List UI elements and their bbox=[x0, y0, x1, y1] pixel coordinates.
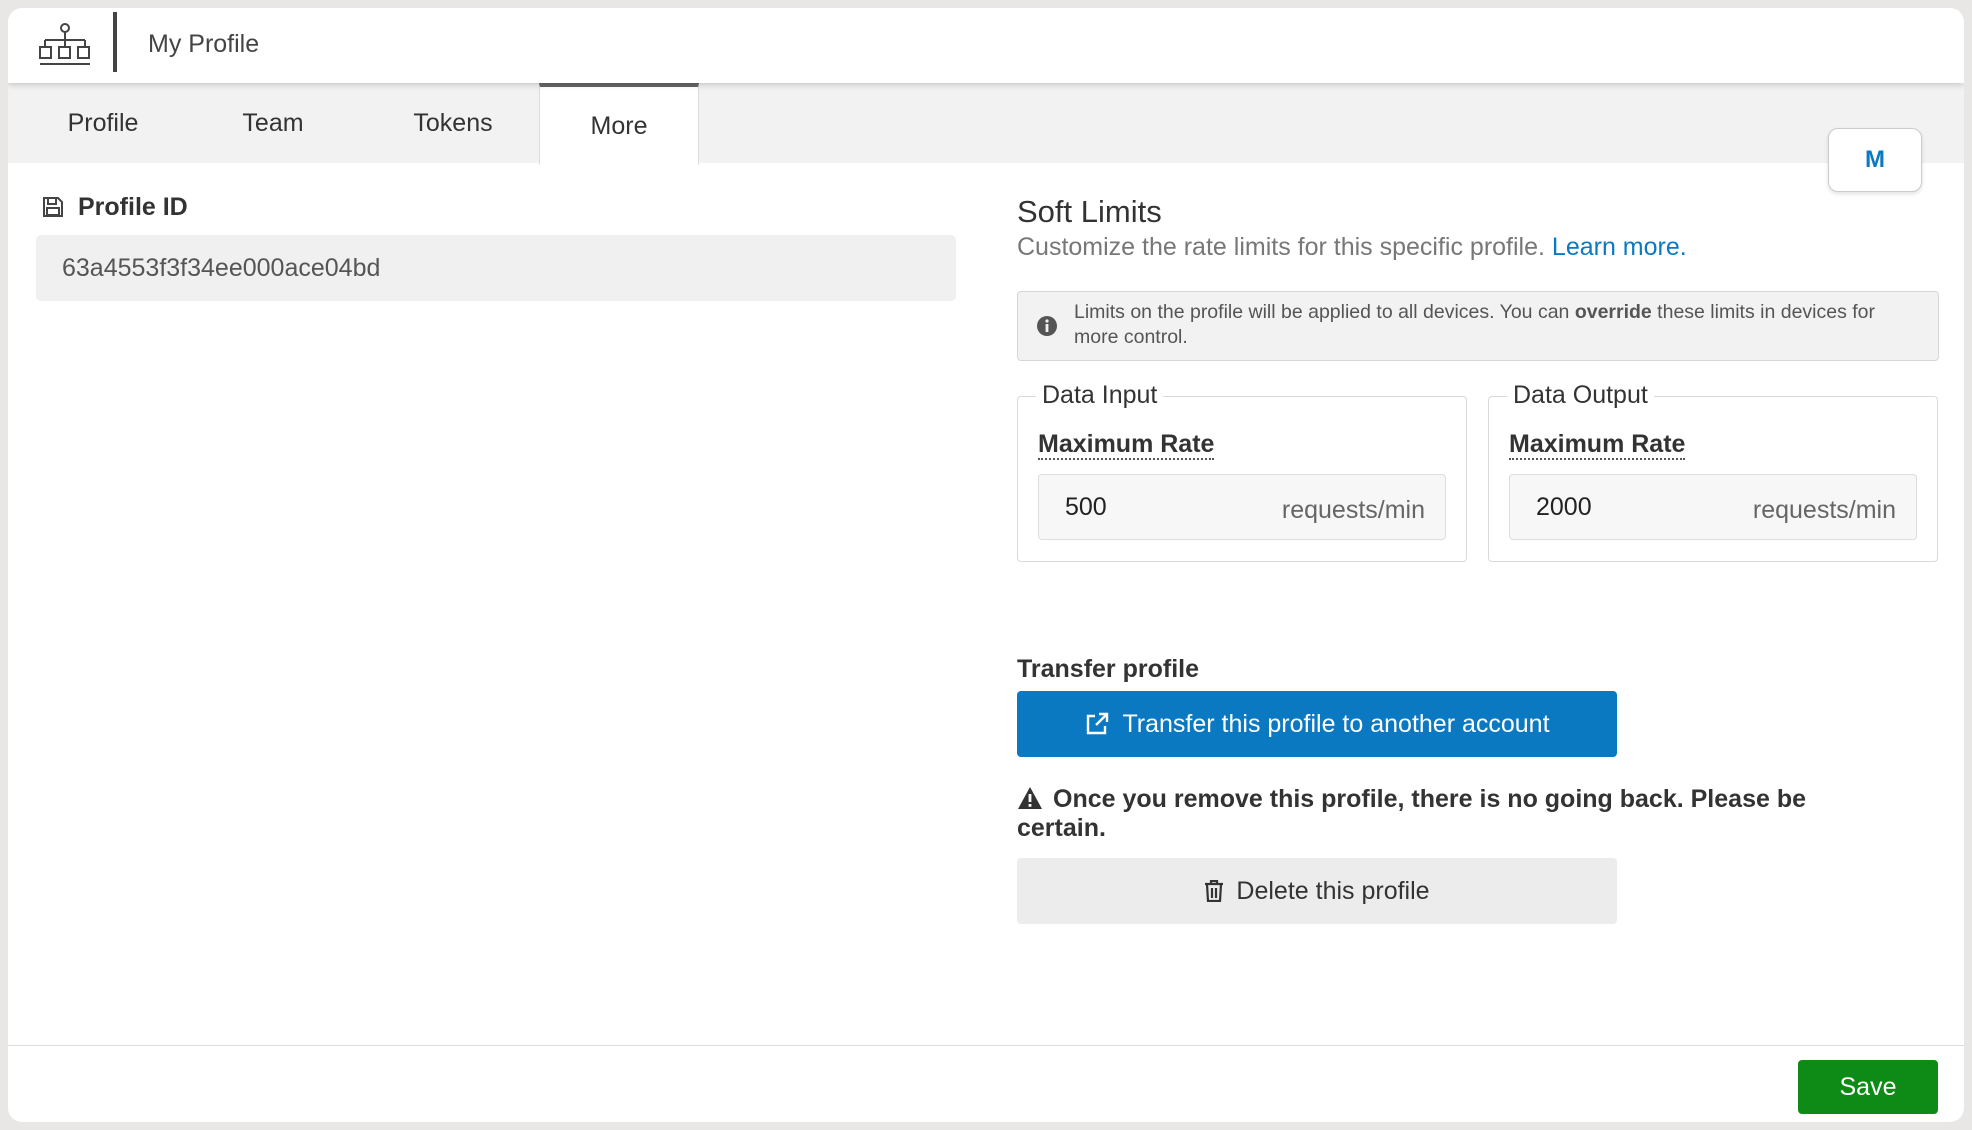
soft-limits-title: Soft Limits bbox=[1017, 194, 1162, 229]
tab-more[interactable]: More bbox=[539, 83, 699, 165]
app-window: My Profile Profile Team Tokens More M Pr… bbox=[8, 8, 1964, 1122]
transfer-profile-button-label: Transfer this profile to another account bbox=[1122, 709, 1550, 738]
app-header: My Profile bbox=[8, 8, 1964, 83]
learn-more-link[interactable]: Learn more. bbox=[1552, 233, 1687, 261]
transfer-profile-button[interactable]: Transfer this profile to another account bbox=[1017, 691, 1617, 757]
page-title: My Profile bbox=[148, 30, 260, 58]
data-input-legend: Data Input bbox=[1036, 381, 1164, 410]
data-output-rate-value: 2000 bbox=[1536, 493, 1592, 521]
profile-id-label-text: Profile ID bbox=[78, 192, 188, 221]
trash-icon bbox=[1205, 880, 1224, 902]
info-text-before: Limits on the profile will be applied to… bbox=[1074, 301, 1575, 323]
info-icon bbox=[1037, 316, 1057, 336]
data-output-fieldset: Data Output Maximum Rate 2000 requests/m… bbox=[1488, 381, 1938, 562]
transfer-profile-label: Transfer profile bbox=[1017, 655, 1199, 683]
delete-profile-button-label: Delete this profile bbox=[1236, 876, 1430, 905]
data-input-rate-value: 500 bbox=[1065, 493, 1107, 521]
warning-triangle-icon bbox=[1018, 787, 1042, 809]
soft-limits-subtitle: Customize the rate limits for this speci… bbox=[1017, 233, 1687, 262]
delete-warning: Once you remove this profile, there is n… bbox=[1017, 785, 1877, 843]
external-link-icon bbox=[1087, 712, 1109, 735]
soft-limits-subtitle-text: Customize the rate limits for this speci… bbox=[1017, 233, 1545, 261]
data-output-max-rate-label: Maximum Rate bbox=[1509, 430, 1686, 460]
data-output-rate-field[interactable]: 2000 requests/min bbox=[1509, 474, 1917, 540]
delete-profile-button[interactable]: Delete this profile bbox=[1017, 858, 1617, 924]
save-icon bbox=[43, 197, 63, 217]
tab-bar: Profile Team Tokens More bbox=[8, 83, 1964, 165]
tab-tokens[interactable]: Tokens bbox=[378, 83, 528, 163]
tab-profile[interactable]: Profile bbox=[38, 83, 168, 163]
profile-id-label: Profile ID bbox=[42, 192, 188, 222]
save-button[interactable]: Save bbox=[1798, 1060, 1938, 1114]
header-divider bbox=[113, 12, 117, 72]
footer-divider bbox=[8, 1045, 1964, 1046]
data-input-rate-unit: requests/min bbox=[1281, 496, 1425, 524]
data-input-fieldset: Data Input Maximum Rate 500 requests/min bbox=[1017, 381, 1467, 562]
data-output-legend: Data Output bbox=[1507, 381, 1654, 410]
info-text-bold: override bbox=[1574, 301, 1652, 323]
info-callout: Limits on the profile will be applied to… bbox=[1017, 291, 1939, 361]
profile-id-value[interactable]: 63a4553f3f34ee000ace04bd bbox=[36, 235, 956, 301]
data-input-max-rate-label: Maximum Rate bbox=[1038, 430, 1215, 460]
data-output-rate-unit: requests/min bbox=[1752, 496, 1896, 524]
network-hierarchy-icon[interactable] bbox=[38, 22, 92, 68]
delete-warning-text: Once you remove this profile, there is n… bbox=[1017, 785, 1806, 842]
user-avatar-button[interactable]: M bbox=[1828, 128, 1922, 192]
data-input-rate-field[interactable]: 500 requests/min bbox=[1038, 474, 1446, 540]
tab-team[interactable]: Team bbox=[208, 83, 338, 163]
